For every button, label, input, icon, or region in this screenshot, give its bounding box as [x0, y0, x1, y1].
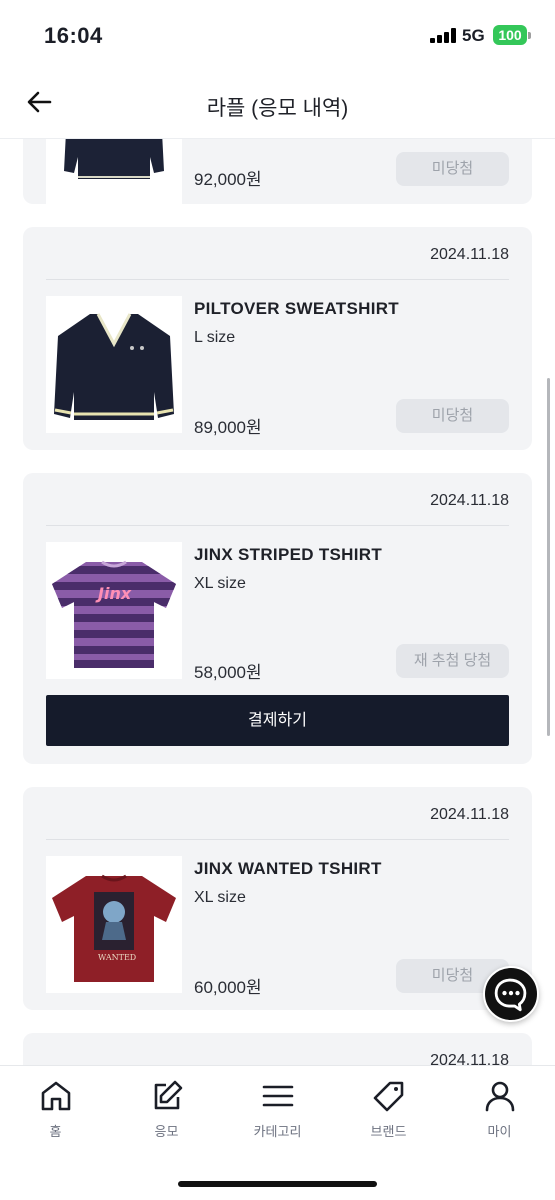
chat-bubble-icon	[494, 978, 527, 1012]
tab-brand[interactable]: 브랜드	[333, 1066, 444, 1156]
product-image	[46, 296, 182, 433]
tab-home[interactable]: 홈	[0, 1066, 111, 1156]
product-size: L size	[194, 329, 236, 346]
entry-date: 2024.11.18	[430, 806, 509, 823]
product-price: 89,000원	[194, 418, 262, 437]
tab-category[interactable]: 카테고리	[222, 1066, 333, 1156]
raffle-card[interactable]: 2024.11.18 PILTOVER SWEATSHIRT L size 89…	[23, 227, 532, 450]
page-title: 라플 (응모 내역)	[206, 97, 349, 120]
divider	[46, 525, 509, 526]
svg-text:Jinx: Jinx	[95, 584, 132, 603]
bottom-tab-bar: 홈 응모 카테고리 브랜드 마이	[0, 1065, 555, 1200]
user-icon	[485, 1081, 515, 1112]
tab-label: 카테고리	[253, 1124, 302, 1139]
svg-text:WANTED: WANTED	[98, 953, 136, 962]
product-price: 58,000원	[194, 663, 262, 682]
tab-label: 마이	[487, 1124, 512, 1139]
raffle-history-list[interactable]: 92,000원 미당첨 2024.11.18 PILTOVER SWEATSHI…	[0, 139, 555, 1065]
product-name: PILTOVER SWEATSHIRT	[194, 299, 399, 318]
product-image: Jinx	[46, 542, 182, 679]
network-type: 5G	[462, 26, 485, 45]
raffle-status-badge: 재 추첨 당첨	[396, 644, 509, 678]
tab-my[interactable]: 마이	[444, 1066, 555, 1156]
battery-tip	[528, 32, 531, 39]
header: 라플 (응모 내역)	[0, 70, 555, 139]
raffle-card[interactable]: 2024.11.18 WANTED JINX WANTED TSHIRT XL …	[23, 787, 532, 1010]
tab-label: 홈	[49, 1124, 62, 1139]
product-size: XL size	[194, 889, 246, 906]
pay-button[interactable]: 결제하기	[46, 695, 509, 746]
product-price: 92,000원	[194, 170, 262, 189]
product-image	[46, 139, 182, 204]
entry-date: 2024.11.18	[430, 492, 509, 509]
entry-date: 2024.11.18	[430, 246, 509, 263]
raffle-status-badge: 미당첨	[396, 152, 509, 186]
divider	[46, 279, 509, 280]
battery-icon: 100	[493, 25, 527, 45]
tab-label: 브랜드	[370, 1124, 407, 1139]
chat-button[interactable]	[483, 966, 539, 1022]
product-price: 60,000원	[194, 978, 262, 997]
tab-label: 응모	[154, 1124, 179, 1139]
raffle-card[interactable]: 2024.11.18 Jinx JINX STRIPED TSHIRT XL s…	[23, 473, 532, 764]
status-bar: 16:04 5G 100	[0, 0, 555, 70]
product-name: JINX STRIPED TSHIRT	[194, 545, 383, 564]
divider	[46, 839, 509, 840]
signal-icon	[430, 28, 456, 43]
tag-icon	[373, 1081, 404, 1112]
raffle-card[interactable]: 2024.11.18	[23, 1033, 532, 1065]
menu-icon	[262, 1085, 294, 1107]
product-size: XL size	[194, 575, 246, 592]
home-icon	[41, 1081, 71, 1111]
raffle-card[interactable]: 92,000원 미당첨	[23, 139, 532, 204]
edit-icon	[154, 1080, 183, 1110]
product-name: JINX WANTED TSHIRT	[194, 859, 382, 878]
tab-raffle[interactable]: 응모	[111, 1066, 222, 1156]
product-image: WANTED	[46, 856, 182, 993]
raffle-status-badge: 미당첨	[396, 399, 509, 433]
status-time: 16:04	[44, 23, 103, 48]
scrollbar[interactable]	[547, 378, 550, 736]
home-indicator	[178, 1181, 377, 1187]
entry-date: 2024.11.18	[430, 1052, 509, 1065]
